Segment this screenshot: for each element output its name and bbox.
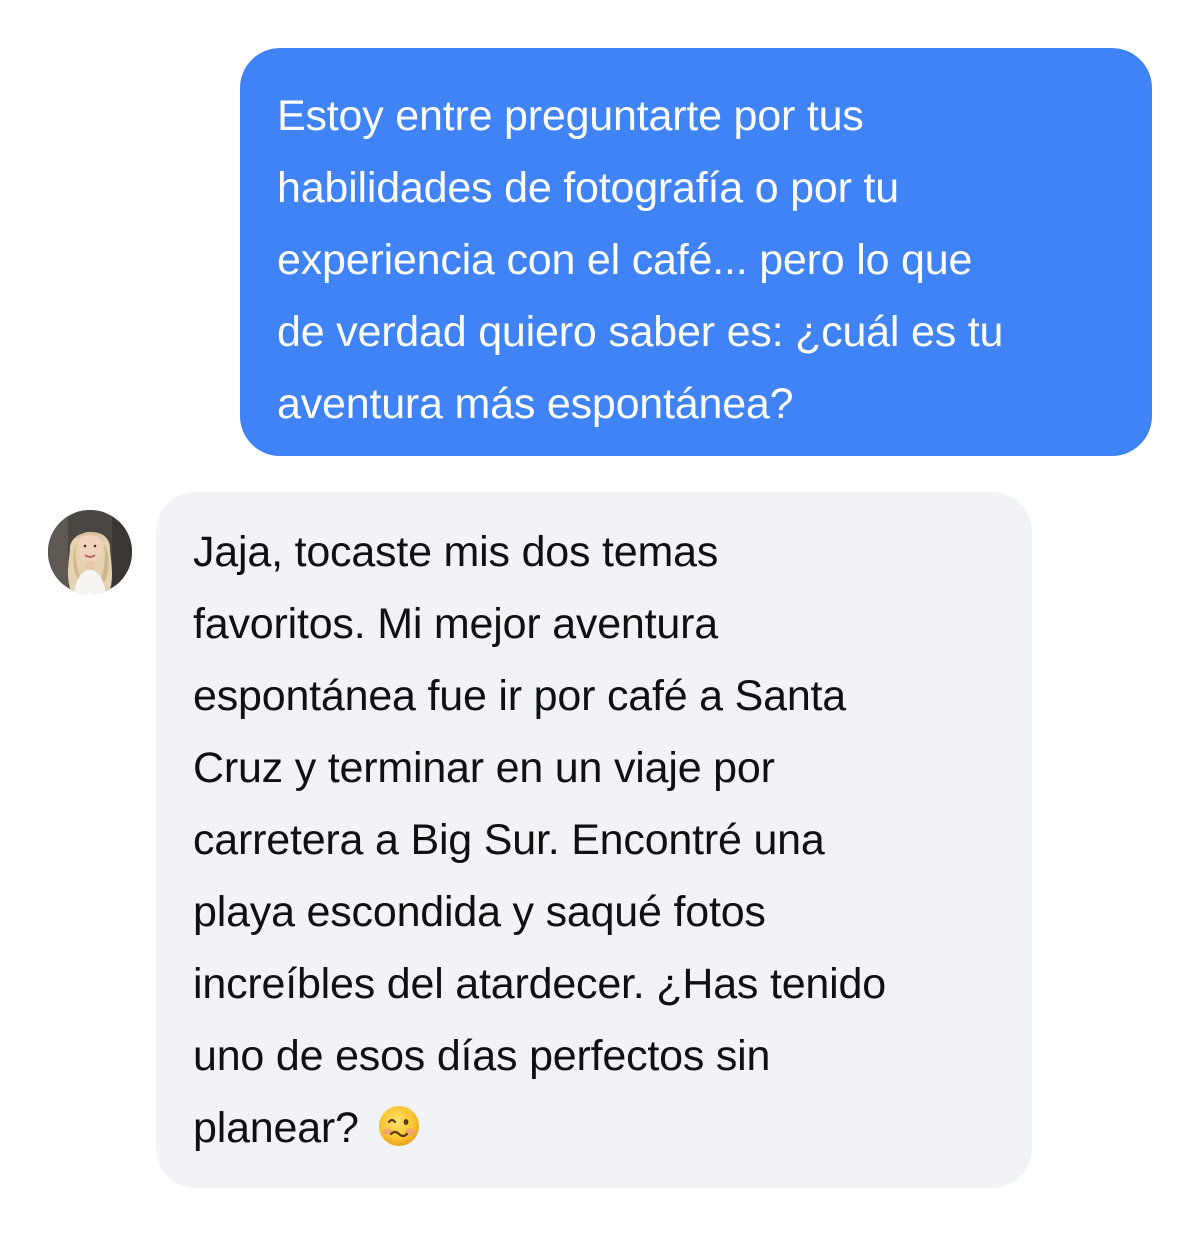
outgoing-message-line: Estoy entre preguntarte por tus — [277, 92, 864, 140]
avatar[interactable] — [48, 510, 132, 594]
incoming-message-line: Jaja, tocaste mis dos temas — [193, 528, 719, 576]
incoming-message-line: playa escondida y saqué fotos — [193, 888, 766, 936]
incoming-message-line: Cruz y terminar en un viaje por — [193, 744, 775, 792]
outgoing-message-bubble: Estoy entre preguntarte por tus habilida… — [240, 48, 1152, 456]
incoming-message-bubble: Jaja, tocaste mis dos temas favoritos. M… — [156, 492, 1032, 1188]
incoming-message-line: planear? — [193, 1104, 359, 1152]
outgoing-message-line: experiencia con el café... pero lo que — [277, 236, 973, 284]
woozy-face-emoji-icon — [377, 1098, 421, 1170]
outgoing-message-line: aventura más espontánea? — [277, 380, 794, 428]
incoming-message-line: uno de esos días perfectos sin — [193, 1032, 771, 1080]
incoming-message-last-line: planear? — [193, 1092, 996, 1170]
avatar-photo-icon — [48, 510, 132, 594]
incoming-message-line: espontánea fue ir por café a Santa — [193, 672, 847, 720]
incoming-message-line: favoritos. Mi mejor aventura — [193, 600, 718, 648]
incoming-message-line: carretera a Big Sur. Encontré una — [193, 816, 825, 864]
incoming-message-line: increíbles del atardecer. ¿Has tenido — [193, 960, 886, 1008]
outgoing-message-line: de verdad quiero saber es: ¿cuál es tu — [277, 308, 1004, 356]
outgoing-message-line: habilidades de fotografía o por tu — [277, 164, 899, 212]
